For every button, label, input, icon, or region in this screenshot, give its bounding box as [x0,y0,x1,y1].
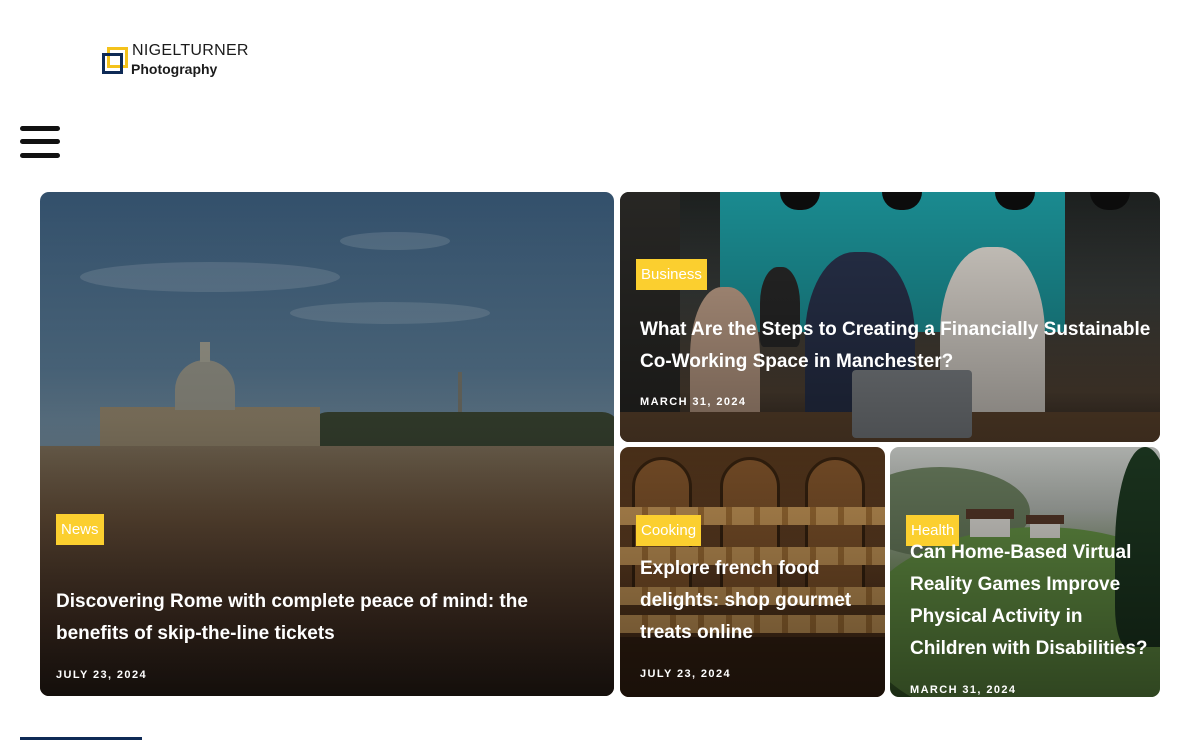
article-date: MARCH 31, 2024 [640,396,747,408]
featured-card-news[interactable]: News Discovering Rome with complete peac… [40,192,614,696]
article-title[interactable]: Discovering Rome with complete peace of … [56,586,576,650]
site-logo[interactable]: NIGELTURNER Photography [102,42,262,82]
logo-subtitle: Photography [131,61,218,77]
logo-title: NIGELTURNER [132,42,249,59]
hamburger-menu-icon[interactable] [20,126,60,158]
featured-card-cooking[interactable]: Cooking Explore french food delights: sh… [620,447,885,697]
category-badge[interactable]: Business [636,259,707,290]
article-title[interactable]: What Are the Steps to Creating a Financi… [640,314,1155,378]
article-title[interactable]: Can Home-Based Virtual Reality Games Imp… [910,537,1155,665]
article-title[interactable]: Explore french food delights: shop gourm… [640,553,875,649]
article-date: JULY 23, 2024 [640,668,731,680]
featured-card-health[interactable]: Health Can Home-Based Virtual Reality Ga… [890,447,1160,697]
category-badge[interactable]: News [56,514,104,545]
article-date: MARCH 31, 2024 [910,684,1017,696]
featured-card-business[interactable]: Business What Are the Steps to Creating … [620,192,1160,442]
article-date: JULY 23, 2024 [56,669,147,681]
logo-mark-icon [102,47,128,74]
category-badge[interactable]: Cooking [636,515,702,546]
